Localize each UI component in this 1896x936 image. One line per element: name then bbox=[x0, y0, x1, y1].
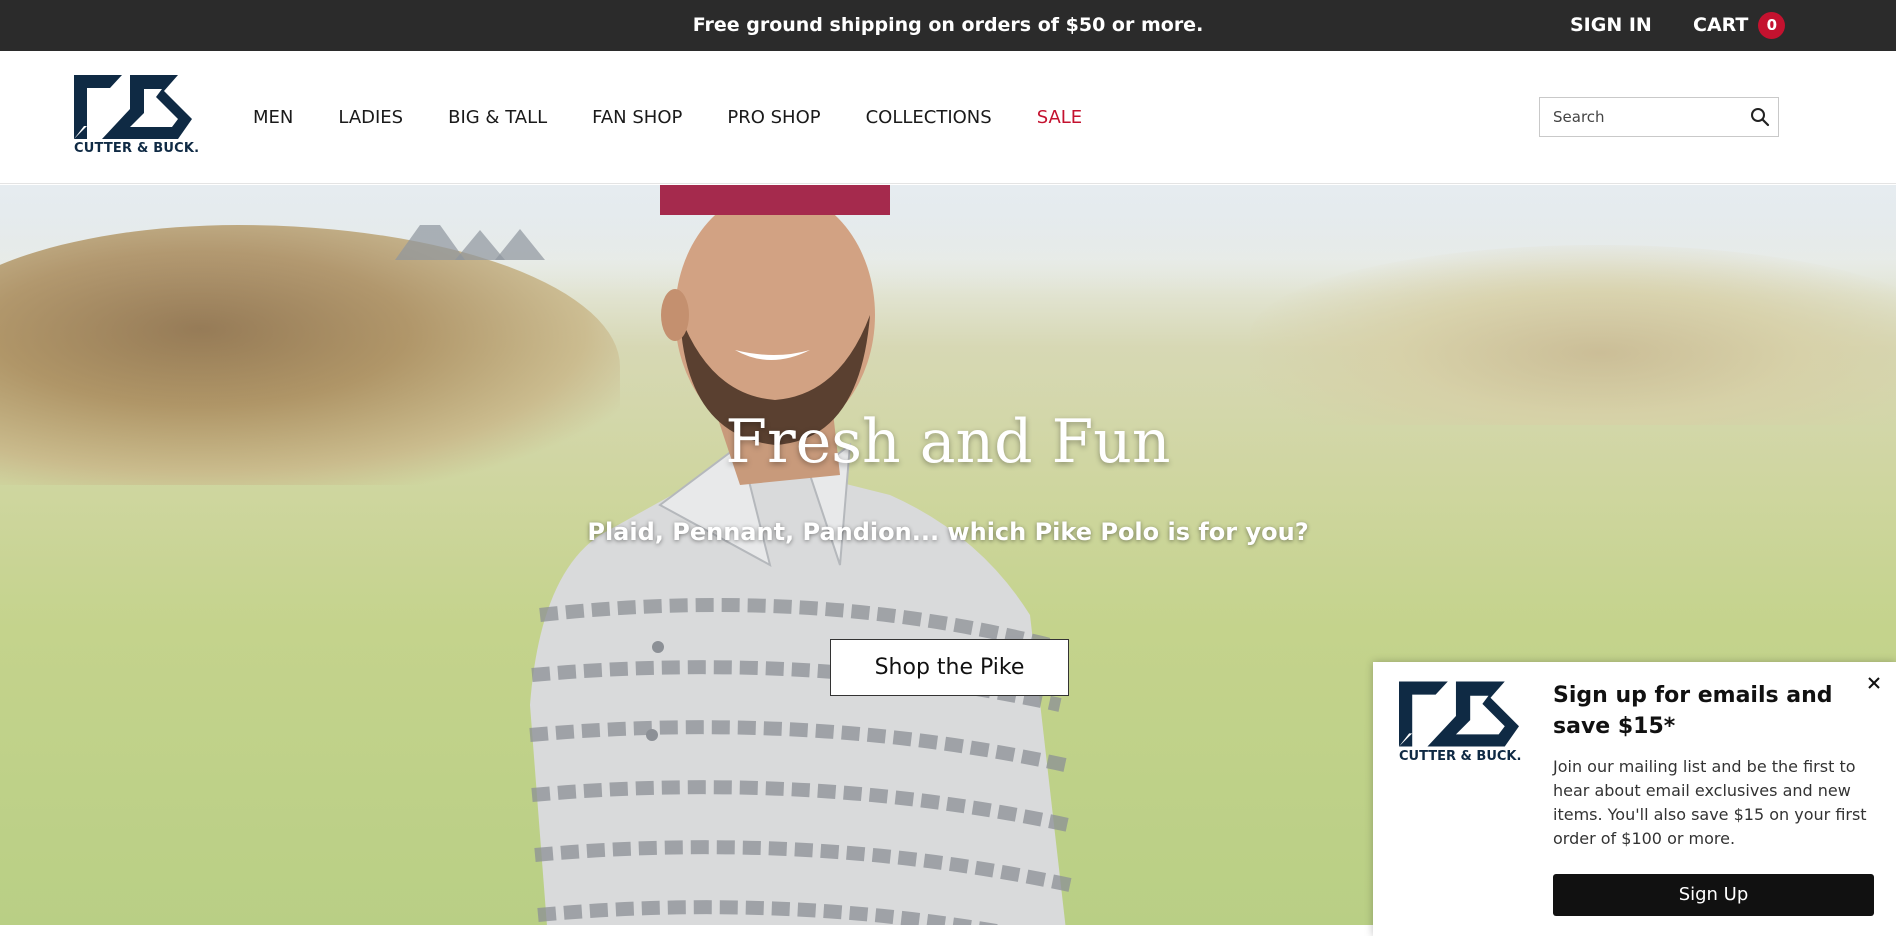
nav-item-fan-shop[interactable]: FAN SHOP bbox=[592, 107, 682, 128]
brand-logo-text: CUTTER & BUCK. bbox=[74, 141, 200, 156]
shop-the-pike-button[interactable]: Shop the Pike bbox=[830, 639, 1069, 696]
nav-item-sale[interactable]: SALE bbox=[1037, 107, 1082, 128]
brand-logo[interactable]: CUTTER & BUCK. bbox=[74, 75, 200, 159]
site-header: CUTTER & BUCK. MEN LADIES BIG & TALL FAN… bbox=[0, 51, 1896, 184]
promo-bar: Free ground shipping on orders of $50 or… bbox=[0, 0, 1896, 51]
page: Free ground shipping on orders of $50 or… bbox=[0, 0, 1896, 936]
search-box bbox=[1539, 97, 1779, 137]
hero-dune-right bbox=[1250, 245, 1896, 425]
search-input[interactable] bbox=[1540, 98, 1740, 136]
popup-brand-logo-mark bbox=[1399, 681, 1519, 747]
cart-link[interactable]: CART 0 bbox=[1693, 0, 1786, 51]
popup-brand-logo-text: CUTTER & BUCK. bbox=[1399, 749, 1522, 764]
email-signup-popup: CUTTER & BUCK. Sign up for emails and sa… bbox=[1373, 662, 1896, 936]
close-icon[interactable] bbox=[1866, 675, 1882, 691]
popup-title: Sign up for emails and save $15* bbox=[1553, 683, 1833, 739]
sign-in-link[interactable]: SIGN IN bbox=[1570, 0, 1652, 51]
popup-brand-logo: CUTTER & BUCK. bbox=[1399, 681, 1525, 767]
search-icon[interactable] bbox=[1750, 107, 1770, 127]
brand-logo-mark bbox=[74, 75, 192, 139]
hero-title: Fresh and Fun bbox=[725, 407, 1171, 477]
nav-item-collections[interactable]: COLLECTIONS bbox=[866, 107, 992, 128]
nav-item-ladies[interactable]: LADIES bbox=[338, 107, 403, 128]
sign-up-button[interactable]: Sign Up bbox=[1553, 874, 1874, 916]
popup-body-text: Join our mailing list and be the first t… bbox=[1553, 757, 1867, 848]
hero-model-image bbox=[529, 185, 1072, 925]
nav-item-pro-shop[interactable]: PRO SHOP bbox=[727, 107, 820, 128]
nav-item-big-and-tall[interactable]: BIG & TALL bbox=[448, 107, 547, 128]
main-nav: MEN LADIES BIG & TALL FAN SHOP PRO SHOP … bbox=[253, 51, 1127, 184]
cart-count-badge: 0 bbox=[1758, 12, 1786, 39]
cart-label: CART bbox=[1693, 14, 1749, 36]
nav-item-men[interactable]: MEN bbox=[253, 107, 293, 128]
hero-subtitle: Plaid, Pennant, Pandion... which Pike Po… bbox=[587, 518, 1309, 546]
